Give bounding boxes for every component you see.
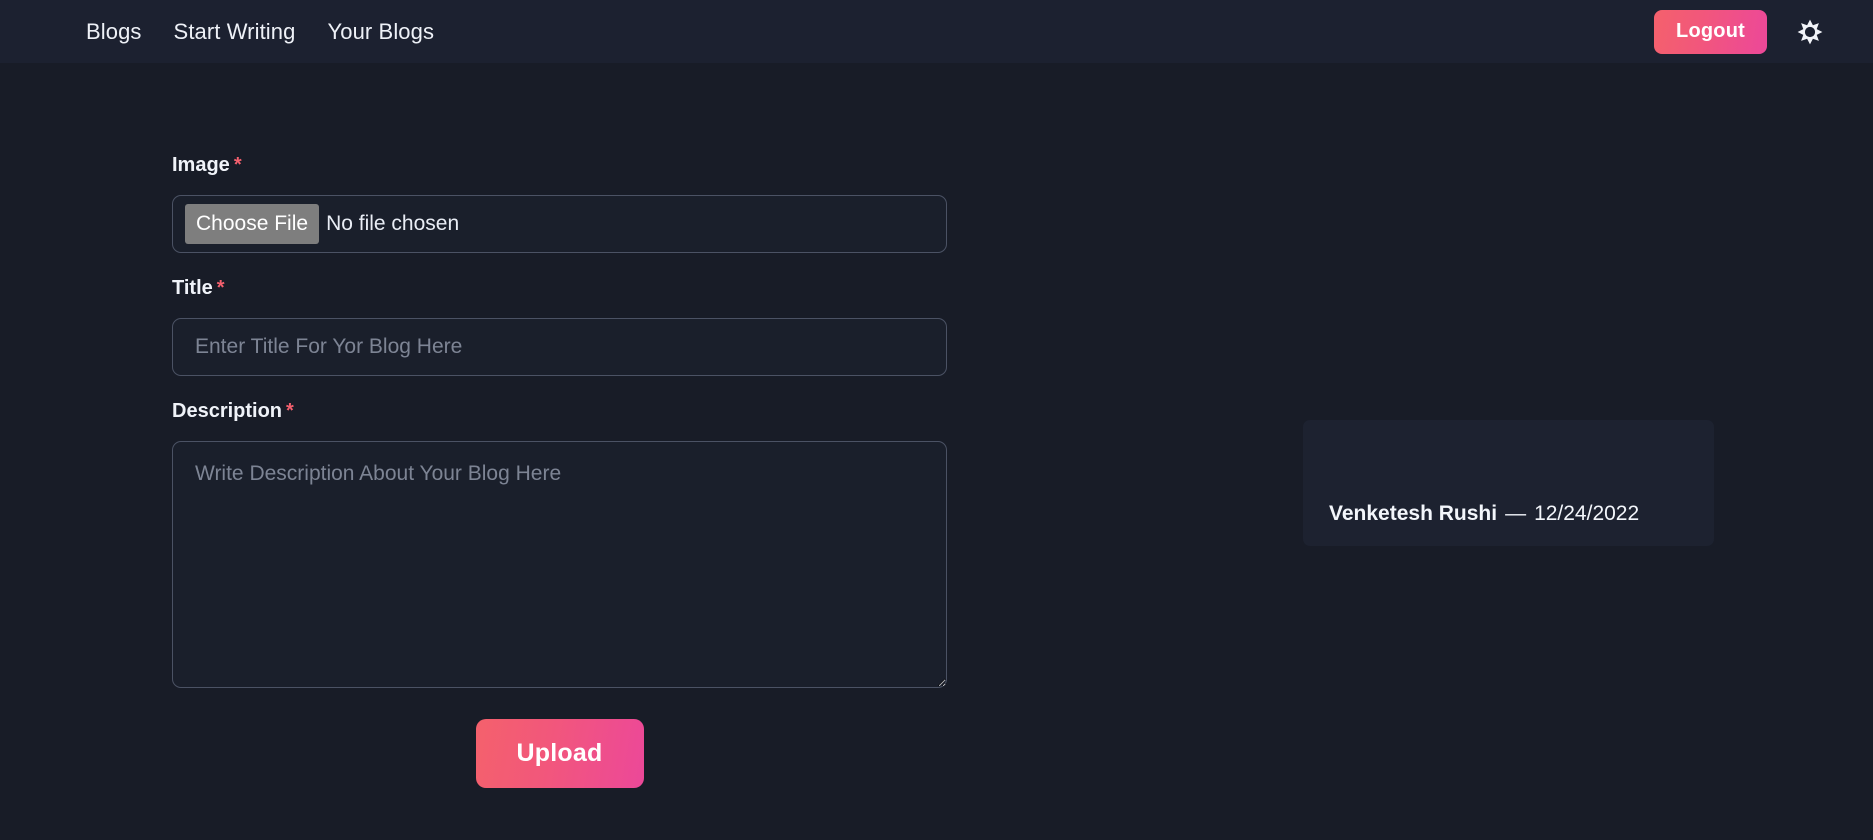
file-status-text: No file chosen [326, 212, 460, 235]
sun-icon [1794, 16, 1826, 48]
description-textarea[interactable] [172, 441, 947, 688]
top-navbar: Blogs Start Writing Your Blogs Logout [0, 0, 1873, 63]
logout-button[interactable]: Logout [1654, 9, 1767, 54]
nav-link-blogs[interactable]: Blogs [86, 20, 142, 43]
image-field-label: Image * [172, 155, 947, 175]
image-label-text: Image [172, 154, 230, 176]
image-field-group: Image * Choose File No file chosen [172, 155, 947, 253]
blog-preview-card[interactable]: Venketesh Rushi — 12/24/2022 [1303, 420, 1714, 546]
image-file-input[interactable]: Choose File No file chosen [172, 195, 947, 253]
upload-button-row: Upload [172, 719, 947, 788]
choose-file-button[interactable]: Choose File [185, 204, 320, 244]
description-required-asterisk: * [286, 400, 294, 422]
title-label-text: Title [172, 277, 213, 299]
description-field-group: Description * [172, 401, 947, 688]
upload-button[interactable]: Upload [475, 719, 644, 788]
title-field-group: Title * [172, 278, 947, 376]
theme-toggle-button[interactable] [1793, 15, 1827, 49]
nav-links: Blogs Start Writing Your Blogs [86, 20, 434, 43]
description-label-text: Description [172, 400, 283, 422]
nav-link-start-writing[interactable]: Start Writing [174, 20, 296, 43]
description-field-label: Description * [172, 401, 947, 421]
blog-date: 12/24/2022 [1534, 502, 1640, 525]
blog-byline: Venketesh Rushi — 12/24/2022 [1329, 503, 1639, 524]
blog-author-name: Venketesh Rushi [1329, 502, 1498, 525]
nav-right-actions: Logout [1654, 0, 1873, 63]
create-blog-form: Image * Choose File No file chosen Title *… [172, 155, 947, 788]
title-field-label: Title * [172, 278, 947, 298]
nav-link-your-blogs[interactable]: Your Blogs [327, 20, 434, 43]
byline-separator: — [1505, 502, 1527, 525]
title-required-asterisk: * [216, 277, 225, 299]
title-input[interactable] [172, 318, 947, 376]
image-required-asterisk: * [233, 154, 242, 176]
